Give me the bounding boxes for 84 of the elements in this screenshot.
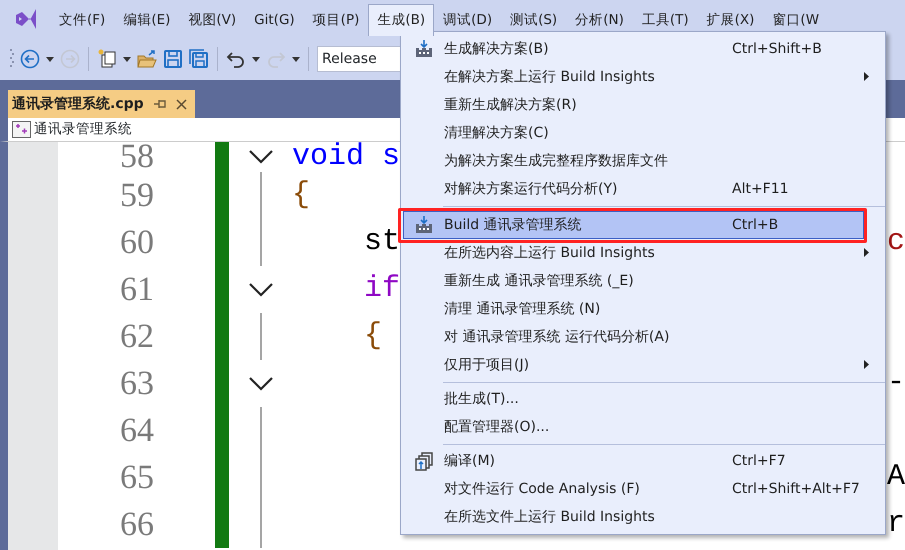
- menu-item[interactable]: 为解决方案生成完整程序数据库文件: [403, 147, 883, 175]
- menu-item-label: 清理解决方案(C): [444, 124, 550, 142]
- menu-item-label: 编译(M): [444, 452, 496, 470]
- caret-icon[interactable]: [252, 56, 260, 62]
- menu-item[interactable]: 生成(B): [368, 4, 434, 36]
- line-number: 58: [119, 142, 155, 172]
- menu-item[interactable]: 编译(M) Ctrl+F7: [403, 447, 883, 475]
- menu-item[interactable]: 项目(P): [304, 4, 368, 36]
- shortcut-label: Ctrl+Shift+B: [732, 40, 823, 58]
- line-number: 59: [119, 176, 155, 216]
- caret-icon[interactable]: [123, 56, 131, 62]
- open-folder-icon[interactable]: [137, 49, 157, 69]
- collapse-icon[interactable]: [248, 150, 272, 164]
- caret-icon[interactable]: [46, 56, 54, 62]
- code-text: c: [886, 224, 905, 261]
- caret-icon[interactable]: [292, 56, 300, 62]
- code-text: if: [363, 271, 400, 308]
- toolbar-grip[interactable]: [10, 48, 14, 70]
- code-text: void s: [292, 142, 400, 172]
- code-text: A: [886, 459, 905, 496]
- menu-item[interactable]: 对文件运行 Code Analysis (F) Ctrl+Shift+Alt+F7: [403, 475, 883, 503]
- menu-item[interactable]: 仅用于项目(J): [403, 351, 883, 379]
- code-text: st: [363, 224, 400, 261]
- line-number: 61: [119, 270, 155, 310]
- menu-item[interactable]: 重新生成解决方案(R): [403, 91, 883, 119]
- menu-item[interactable]: 视图(V): [179, 4, 246, 36]
- menu-item-label: 配置管理器(O)...: [444, 418, 550, 436]
- menu-item-label: 生成解决方案(B): [444, 40, 550, 58]
- build-icon[interactable]: [414, 39, 434, 59]
- project-name[interactable]: 通讯录管理系统: [34, 119, 132, 140]
- pin-icon[interactable]: [154, 99, 166, 109]
- menu-item-label: 在所选内容上运行 Build Insights: [444, 244, 656, 262]
- menu-item[interactable]: 重新生成 通讯录管理系统 (_E): [403, 267, 883, 295]
- menu-item-label: 在所选文件上运行 Build Insights: [444, 508, 656, 526]
- menu-item[interactable]: 清理 通讯录管理系统 (N): [403, 295, 883, 323]
- code-text: {: [292, 177, 310, 214]
- logo-icon: [14, 7, 38, 31]
- menu-item[interactable]: 文件(F): [50, 4, 114, 36]
- menu-item[interactable]: 批生成(T)...: [403, 385, 883, 413]
- code-text: r: [886, 506, 905, 543]
- code-text: {: [363, 318, 382, 355]
- back-icon[interactable]: [20, 49, 40, 69]
- shortcut-label: Alt+F11: [732, 180, 790, 198]
- menu-item-label: 在解决方案上运行 Build Insights: [444, 68, 656, 86]
- menu-item-label: 仅用于项目(J): [444, 356, 530, 374]
- menu-item[interactable]: 在所选文件上运行 Build Insights: [403, 503, 883, 531]
- menu-item[interactable]: Git(G): [245, 4, 304, 36]
- tab-title: 通讯录管理系统.cpp: [12, 94, 144, 114]
- line-number: 62: [119, 317, 155, 357]
- shortcut-label: Ctrl+Shift+Alt+F7: [732, 480, 861, 498]
- menu-item-label: 对解决方案运行代码分析(Y): [444, 180, 618, 198]
- menu-item[interactable]: 清理解决方案(C): [403, 119, 883, 147]
- menu-item[interactable]: Build 通讯录管理系统 Ctrl+B: [403, 211, 864, 239]
- menu-item[interactable]: 对 通讯录管理系统 运行代码分析(A): [403, 323, 883, 351]
- menu-item-label: 批生成(T)...: [444, 390, 520, 408]
- line-number: 64: [119, 411, 155, 451]
- document-tab[interactable]: 通讯录管理系统.cpp: [8, 90, 195, 118]
- menu-item-label: Build 通讯录管理系统: [444, 216, 583, 234]
- stacked-pages-icon[interactable]: [414, 451, 434, 471]
- new-item-icon[interactable]: [97, 49, 117, 69]
- line-number: 60: [119, 223, 155, 263]
- build-icon[interactable]: [414, 215, 434, 235]
- collapse-icon[interactable]: [248, 376, 272, 390]
- collapse-icon[interactable]: [248, 282, 272, 296]
- line-number: 65: [119, 458, 155, 498]
- menu-item-label: 重新生成解决方案(R): [444, 96, 578, 114]
- menu-item[interactable]: 配置管理器(O)...: [403, 413, 883, 441]
- line-number: 66: [119, 505, 155, 545]
- menu-item[interactable]: 编辑(E): [114, 4, 180, 36]
- close-icon[interactable]: [176, 98, 187, 110]
- save-icon[interactable]: [163, 49, 183, 69]
- menu-item-label: 重新生成 通讯录管理系统 (_E): [444, 272, 635, 290]
- menu-item-label: 为解决方案生成完整程序数据库文件: [444, 152, 669, 170]
- shortcut-label: Ctrl+F7: [732, 452, 787, 470]
- menu-item[interactable]: 在所选内容上运行 Build Insights: [403, 239, 883, 267]
- save-all-icon[interactable]: [189, 49, 209, 69]
- menu-item[interactable]: 对解决方案运行代码分析(Y) Alt+F11: [403, 175, 883, 203]
- project-icon[interactable]: [12, 121, 31, 138]
- menu-item-label: 清理 通讯录管理系统 (N): [444, 300, 602, 318]
- menu-item-label: 对 通讯录管理系统 运行代码分析(A): [444, 328, 670, 346]
- shortcut-label: Ctrl+B: [732, 216, 780, 234]
- line-number: 63: [119, 364, 155, 404]
- menu-item-label: 对文件运行 Code Analysis (F): [444, 480, 641, 498]
- code-text: -: [886, 365, 905, 402]
